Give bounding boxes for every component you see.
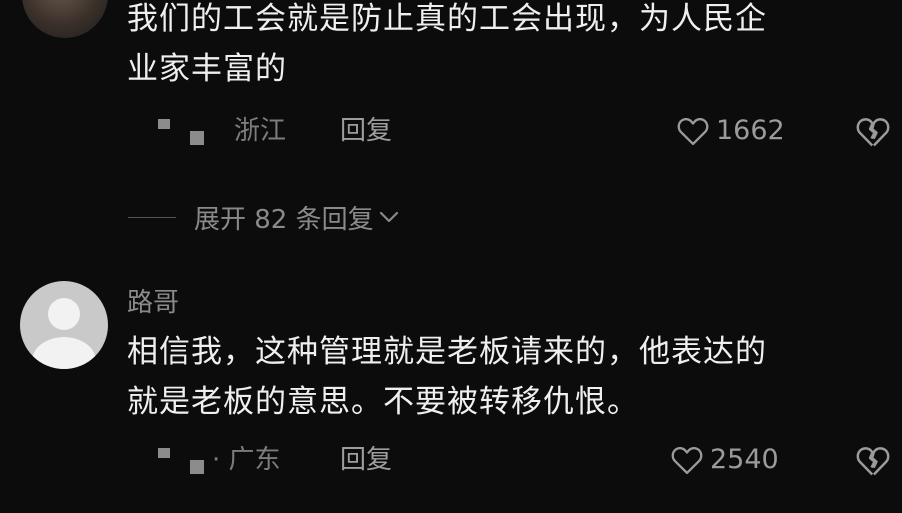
broken-heart-icon[interactable] — [855, 445, 891, 477]
expand-replies-button[interactable]: 展开 82 条回复 — [128, 197, 400, 237]
comment-text-line: 相信我，这种管理就是老板请来的，他表达的 — [127, 334, 767, 370]
expand-divider — [128, 216, 176, 218]
location-marker-icon — [158, 446, 214, 476]
comment-body: 相信我，这种管理就是老板请来的，他表达的 就是老板的意思。不要被转移仇恨。 — [127, 327, 887, 427]
location-label: 浙江 — [234, 116, 287, 146]
like-button[interactable]: 1662 — [676, 111, 785, 151]
reply-button[interactable]: 回复 — [340, 111, 392, 151]
expand-replies-label: 展开 82 条回复 — [194, 204, 374, 235]
broken-heart-icon[interactable] — [855, 116, 891, 148]
comment-meta-row: · 广东 回复 2540 — [0, 440, 902, 480]
heart-outline-icon — [677, 117, 709, 146]
avatar-shoulders-shape — [32, 337, 96, 369]
comment-text-line: 业家丰富的 — [127, 51, 287, 87]
heart-outline-icon — [671, 446, 703, 475]
location-marker-icon — [158, 117, 214, 147]
like-button[interactable]: 2540 — [670, 440, 779, 480]
default-user-avatar[interactable] — [20, 281, 108, 369]
like-count: 2540 — [710, 444, 779, 475]
chevron-down-icon — [379, 211, 398, 223]
like-count: 1662 — [716, 115, 785, 146]
avatar-head-shape — [48, 298, 80, 330]
comment-meta-row: 浙江 回复 1662 — [0, 111, 902, 151]
comment-text-line: 我们的工会就是防止真的工会出现，为人民企 — [127, 1, 767, 37]
user-avatar[interactable] — [22, 0, 108, 38]
comment-body: 我们的工会就是防止真的工会出现，为人民企 业家丰富的 — [127, 0, 887, 94]
username[interactable]: 路哥 — [127, 282, 179, 319]
location-label: · 广东 — [212, 445, 281, 475]
comment-text-line: 就是老板的意思。不要被转移仇恨。 — [127, 384, 639, 420]
comment-thread: 我们的工会就是防止真的工会出现，为人民企 业家丰富的 浙江 回复 1662 展开… — [0, 0, 902, 513]
reply-button[interactable]: 回复 — [340, 440, 392, 480]
